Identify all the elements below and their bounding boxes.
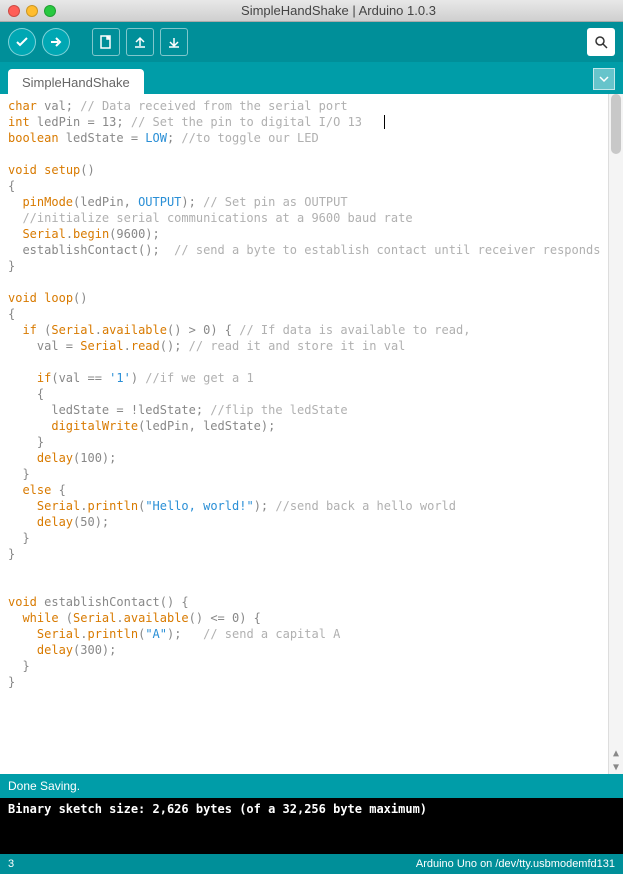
sketch-tab[interactable]: SimpleHandShake: [8, 69, 144, 94]
editor-area: char val; // Data received from the seri…: [0, 94, 623, 774]
open-sketch-button[interactable]: [126, 28, 154, 56]
scroll-down-arrow[interactable]: ▼: [609, 760, 623, 774]
new-sketch-button[interactable]: [92, 28, 120, 56]
console-text: Binary sketch size: 2,626 bytes (of a 32…: [8, 802, 427, 816]
tab-dropdown-button[interactable]: [593, 68, 615, 90]
status-text: Done Saving.: [8, 779, 80, 793]
footer-bar: 3 Arduino Uno on /dev/tty.usbmodemfd131: [0, 854, 623, 874]
status-bar: Done Saving.: [0, 774, 623, 798]
close-window-button[interactable]: [8, 5, 20, 17]
window-title: SimpleHandShake | Arduino 1.0.3: [62, 3, 615, 18]
upload-button[interactable]: [42, 28, 70, 56]
console-output: Binary sketch size: 2,626 bytes (of a 32…: [0, 798, 623, 854]
tab-bar: SimpleHandShake: [0, 62, 623, 94]
minimize-window-button[interactable]: [26, 5, 38, 17]
title-bar: SimpleHandShake | Arduino 1.0.3: [0, 0, 623, 22]
line-number: 3: [8, 858, 14, 870]
zoom-window-button[interactable]: [44, 5, 56, 17]
toolbar: [0, 22, 623, 62]
editor-scrollbar[interactable]: ▲ ▼: [608, 94, 623, 774]
serial-monitor-button[interactable]: [587, 28, 615, 56]
code-editor[interactable]: char val; // Data received from the seri…: [0, 94, 608, 774]
board-port-label: Arduino Uno on /dev/tty.usbmodemfd131: [416, 858, 615, 870]
scroll-up-arrow[interactable]: ▲: [609, 746, 623, 760]
save-sketch-button[interactable]: [160, 28, 188, 56]
scrollbar-thumb[interactable]: [611, 94, 621, 154]
verify-button[interactable]: [8, 28, 36, 56]
